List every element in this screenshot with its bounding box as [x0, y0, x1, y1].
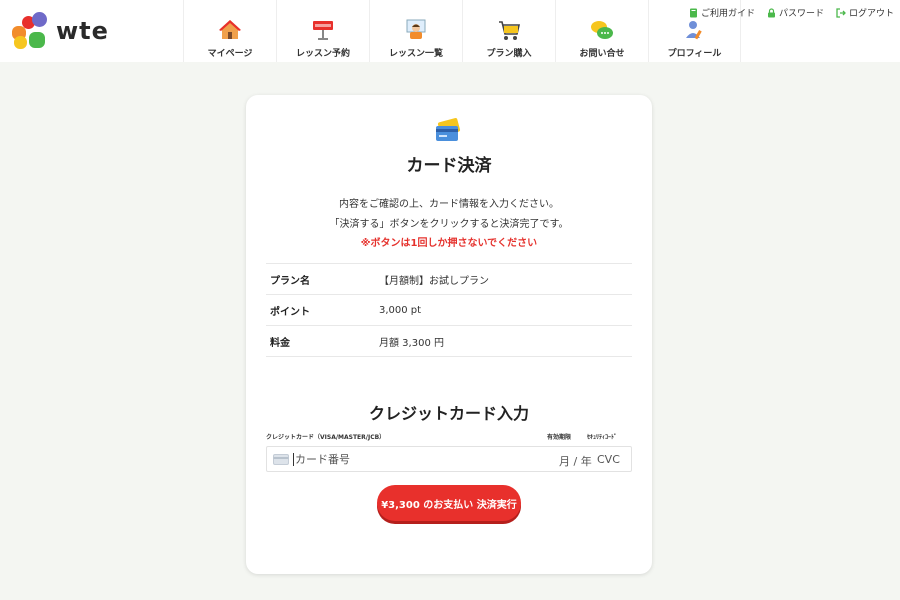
detail-key: プラン名	[270, 275, 310, 287]
header: wte マイページ レッスン予約 レッスン一覧 プラン購入 お問い合せ プロフィ…	[0, 0, 900, 62]
nav-label: レッスン一覧	[388, 49, 443, 59]
main-nav: マイページ レッスン予約 レッスン一覧 プラン購入 お問い合せ プロフィール	[183, 0, 741, 62]
expiry-field[interactable]: 月 / 年	[559, 453, 592, 469]
logout-link[interactable]: ログアウト	[836, 6, 894, 19]
detail-value: 【月額制】お試しプラン	[379, 275, 489, 287]
nav-item-lesson-list[interactable]: レッスン一覧	[369, 0, 462, 62]
nav-item-contact[interactable]: お問い合せ	[555, 0, 648, 62]
logo-mark-icon	[10, 12, 48, 50]
nav-label: プラン購入	[486, 49, 532, 59]
order-details-table: プラン名 【月額制】お試しプラン ポイント 3,000 pt 料金 月額 3,3…	[266, 263, 632, 357]
lock-icon	[767, 7, 775, 17]
logout-link-label: ログアウト	[848, 9, 894, 19]
logo[interactable]: wte	[10, 12, 120, 50]
nav-item-mypage[interactable]: マイページ	[183, 0, 276, 62]
book-icon	[689, 8, 697, 17]
instruction-text-1: 内容をご確認の上、カード情報を入力ください。	[339, 199, 559, 210]
nav-label: マイページ	[207, 49, 253, 59]
text-caret	[293, 452, 294, 466]
nav-label: プロフィール	[667, 49, 722, 59]
teacher-icon	[406, 19, 426, 39]
card-brand-icon	[273, 453, 289, 465]
card-number-placeholder: カード番号	[295, 453, 350, 466]
brand-name: wte	[56, 17, 109, 45]
warning-text: ※ボタンは1回しか押さないでください	[360, 238, 538, 249]
security-code-label: ｾｷｭﾘﾃｨｺｰﾄﾞ	[587, 434, 618, 441]
instruction-text-2: 「決済する」ボタンをクリックすると決済完了です。	[329, 219, 569, 230]
expiry-label: 有効期限	[547, 434, 572, 441]
pay-button[interactable]: ¥3,300 のお支払い 決済実行	[377, 485, 521, 521]
table-row: プラン名 【月額制】お試しプラン	[266, 264, 632, 295]
page-title: カード決済	[406, 156, 492, 176]
password-link-label: パスワード	[778, 9, 824, 19]
chat-bubbles-icon	[591, 21, 613, 39]
table-row: 料金 月額 3,300 円	[266, 326, 632, 357]
detail-value: 月額 3,300 円	[379, 337, 444, 349]
nav-label: お問い合せ	[579, 49, 625, 59]
credit-card-section-title: クレジットカード入力	[368, 404, 529, 423]
reservation-sign-icon	[313, 21, 333, 40]
detail-key: ポイント	[270, 306, 310, 318]
profile-icon	[685, 21, 702, 40]
password-link[interactable]: パスワード	[767, 6, 824, 19]
shopping-cart-icon	[499, 21, 520, 40]
card-number-field[interactable]: カード番号 月 / 年 CVC	[266, 446, 632, 472]
nav-item-lesson-reservation[interactable]: レッスン予約	[276, 0, 369, 62]
nav-item-plan-purchase[interactable]: プラン購入	[462, 0, 555, 62]
guide-link[interactable]: ご利用ガイド	[689, 6, 755, 19]
house-icon	[219, 20, 241, 39]
table-row: ポイント 3,000 pt	[266, 295, 632, 326]
cvc-field[interactable]: CVC	[597, 453, 620, 466]
guide-link-label: ご利用ガイド	[700, 9, 755, 19]
credit-card-icon	[436, 118, 461, 141]
detail-key: 料金	[270, 337, 290, 349]
nav-label: レッスン予約	[295, 49, 350, 59]
payment-card: カード決済 内容をご確認の上、カード情報を入力ください。 「決済する」ボタンをク…	[246, 95, 652, 574]
card-number-label: クレジットカード（VISA/MASTER/JCB）	[266, 434, 386, 441]
logout-icon	[836, 7, 846, 18]
detail-value: 3,000 pt	[379, 304, 422, 316]
utility-links: ご利用ガイド パスワード ログアウト	[689, 6, 894, 19]
